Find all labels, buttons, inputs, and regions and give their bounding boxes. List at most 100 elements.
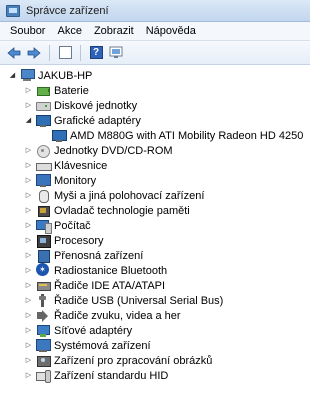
expand-arrow-icon[interactable]: ▷ — [24, 281, 33, 290]
expand-arrow-icon[interactable]: ▷ — [24, 371, 33, 380]
expand-arrow-icon[interactable]: ▷ — [24, 146, 33, 155]
device-tree: ◢ JAKUB-HP ▷ Baterie ▷ Diskové jednotky ◢ Grafi… — [0, 66, 310, 400]
help-button[interactable]: ? — [87, 44, 105, 62]
properties-icon — [58, 46, 72, 59]
tree-node-label: AMD M880G with ATI Mobility Radeon HD 42… — [70, 129, 304, 142]
expand-arrow-icon[interactable]: ▷ — [24, 341, 33, 350]
tree-category[interactable]: ▷ Monitory — [24, 173, 96, 188]
tree-category[interactable]: ▷ Zařízení standardu HID — [24, 368, 168, 383]
tree-category[interactable]: ▷ Procesory — [24, 233, 104, 248]
keyboard-icon — [36, 159, 52, 172]
tree-category[interactable]: ▷ Systémová zařízení — [24, 338, 151, 353]
system-device-icon — [36, 339, 51, 352]
expand-arrow-icon[interactable]: ▷ — [24, 86, 33, 95]
tree-category[interactable]: ▷ Baterie — [24, 83, 89, 98]
tree-category[interactable]: ▷ Řadiče USB (Universal Serial Bus) — [24, 293, 223, 308]
tree-node-label: Řadiče zvuku, videa a her — [54, 309, 181, 322]
toolbar-separator — [49, 44, 50, 61]
title-bar: Správce zařízení — [0, 0, 310, 22]
menu-bar: Soubor Akce Zobrazit Nápověda — [0, 22, 310, 41]
forward-button[interactable] — [25, 44, 43, 62]
tree-category[interactable]: ▷ Počítač — [24, 218, 91, 234]
collapse-arrow-icon[interactable]: ◢ — [24, 116, 33, 125]
tree-root[interactable]: ◢ JAKUB-HP — [8, 68, 92, 83]
toolbar-separator — [80, 44, 81, 61]
tree-node-label: Přenosná zařízení — [54, 249, 144, 262]
dvd-icon — [36, 144, 50, 158]
network-adapter-icon — [36, 324, 50, 337]
cpu-icon — [36, 234, 51, 248]
expand-arrow-icon[interactable]: ▷ — [24, 251, 33, 260]
mouse-icon — [36, 189, 50, 203]
tree-node-label: Radiostanice Bluetooth — [54, 264, 168, 277]
expand-arrow-icon[interactable]: ▷ — [24, 296, 33, 305]
monitor-icon — [36, 174, 51, 187]
back-button[interactable] — [5, 44, 23, 62]
tree-node-label: Síťové adaptéry — [54, 324, 133, 337]
tree-category[interactable]: ▷ Zařízení pro zpracování obrázků — [24, 353, 212, 368]
tree-category[interactable]: ▷ Síťové adaptéry — [24, 323, 132, 338]
tree-node-label: Procesory — [54, 234, 104, 247]
expand-arrow-icon[interactable]: ▷ — [24, 356, 33, 365]
expand-arrow-icon[interactable]: ▷ — [24, 101, 33, 110]
bluetooth-icon — [36, 263, 50, 277]
expand-arrow-icon[interactable]: ▷ — [24, 191, 33, 200]
tree-category[interactable]: ▷ Řadiče zvuku, videa a her — [24, 308, 181, 323]
tree-node-label: Klávesnice — [54, 159, 108, 172]
computer-icon — [20, 69, 35, 82]
collapse-arrow-icon[interactable]: ◢ — [8, 71, 17, 80]
ide-controller-icon — [36, 279, 51, 292]
tree-node-label: Zařízení standardu HID — [54, 369, 169, 382]
tree-node-label: Jednotky DVD/CD-ROM — [54, 144, 173, 157]
scan-hardware-button[interactable] — [107, 44, 125, 62]
disk-icon — [36, 99, 51, 112]
tree-category[interactable]: ▷ Radiostanice Bluetooth — [24, 263, 167, 278]
tree-category[interactable]: ▷ Myši a jiná polohovací zařízení — [24, 188, 204, 203]
tree-node-label: Řadiče IDE ATA/ATAPI — [54, 279, 166, 292]
device-manager-icon — [6, 4, 20, 17]
tree-category[interactable]: ▷ Klávesnice — [24, 158, 107, 173]
window-title: Správce zařízení — [26, 4, 109, 17]
menu-soubor[interactable]: Soubor — [4, 25, 51, 37]
display-adapter-icon — [52, 129, 67, 142]
hid-icon — [36, 369, 51, 383]
back-arrow-icon — [7, 46, 21, 59]
tree-node-label: Zařízení pro zpracování obrázků — [54, 354, 213, 367]
tree-category[interactable]: ▷ Jednotky DVD/CD-ROM — [24, 143, 173, 158]
tree-category[interactable]: ◢ Grafické adaptéry — [24, 113, 141, 128]
forward-arrow-icon — [27, 46, 41, 59]
menu-zobrazit[interactable]: Zobrazit — [88, 25, 140, 37]
expand-arrow-icon[interactable]: ▷ — [24, 326, 33, 335]
memory-chip-icon — [36, 204, 50, 217]
scan-icon — [109, 46, 123, 58]
tree-node-label: Systémová zařízení — [54, 339, 151, 352]
expand-arrow-icon[interactable]: ▷ — [24, 221, 33, 230]
computer-icon — [36, 219, 52, 234]
tree-category[interactable]: ▷ Přenosná zařízení — [24, 248, 143, 263]
expand-arrow-icon[interactable]: ▷ — [24, 161, 33, 170]
tree-node-label: Ovladač technologie paměti — [54, 204, 190, 217]
menu-akce[interactable]: Akce — [51, 25, 87, 37]
expand-arrow-icon[interactable]: ▷ — [24, 176, 33, 185]
help-icon: ? — [89, 46, 103, 59]
show-hide-tree-button[interactable] — [56, 44, 74, 62]
usb-icon — [36, 294, 50, 307]
tree-category[interactable]: ▷ Ovladač technologie paměti — [24, 203, 190, 218]
tree-device[interactable]: AMD M880G with ATI Mobility Radeon HD 42… — [40, 128, 303, 143]
display-adapter-icon — [36, 114, 51, 127]
expand-arrow-icon[interactable]: ▷ — [24, 266, 33, 275]
tree-node-label: Počítač — [54, 219, 91, 232]
tree-node-label: JAKUB-HP — [38, 69, 93, 82]
tree-category[interactable]: ▷ Diskové jednotky — [24, 98, 137, 113]
expand-arrow-icon[interactable]: ▷ — [24, 311, 33, 320]
tree-node-label: Diskové jednotky — [54, 99, 138, 112]
tree-category[interactable]: ▷ Řadiče IDE ATA/ATAPI — [24, 278, 165, 293]
toolbar: ? — [0, 41, 310, 65]
expand-arrow-icon[interactable]: ▷ — [24, 206, 33, 215]
tree-node-label: Grafické adaptéry — [54, 114, 141, 127]
imaging-device-icon — [36, 354, 51, 367]
portable-device-icon — [36, 249, 50, 263]
tree-node-label: Baterie — [54, 84, 89, 97]
expand-arrow-icon[interactable]: ▷ — [24, 236, 33, 245]
menu-napoveda[interactable]: Nápověda — [140, 25, 202, 37]
